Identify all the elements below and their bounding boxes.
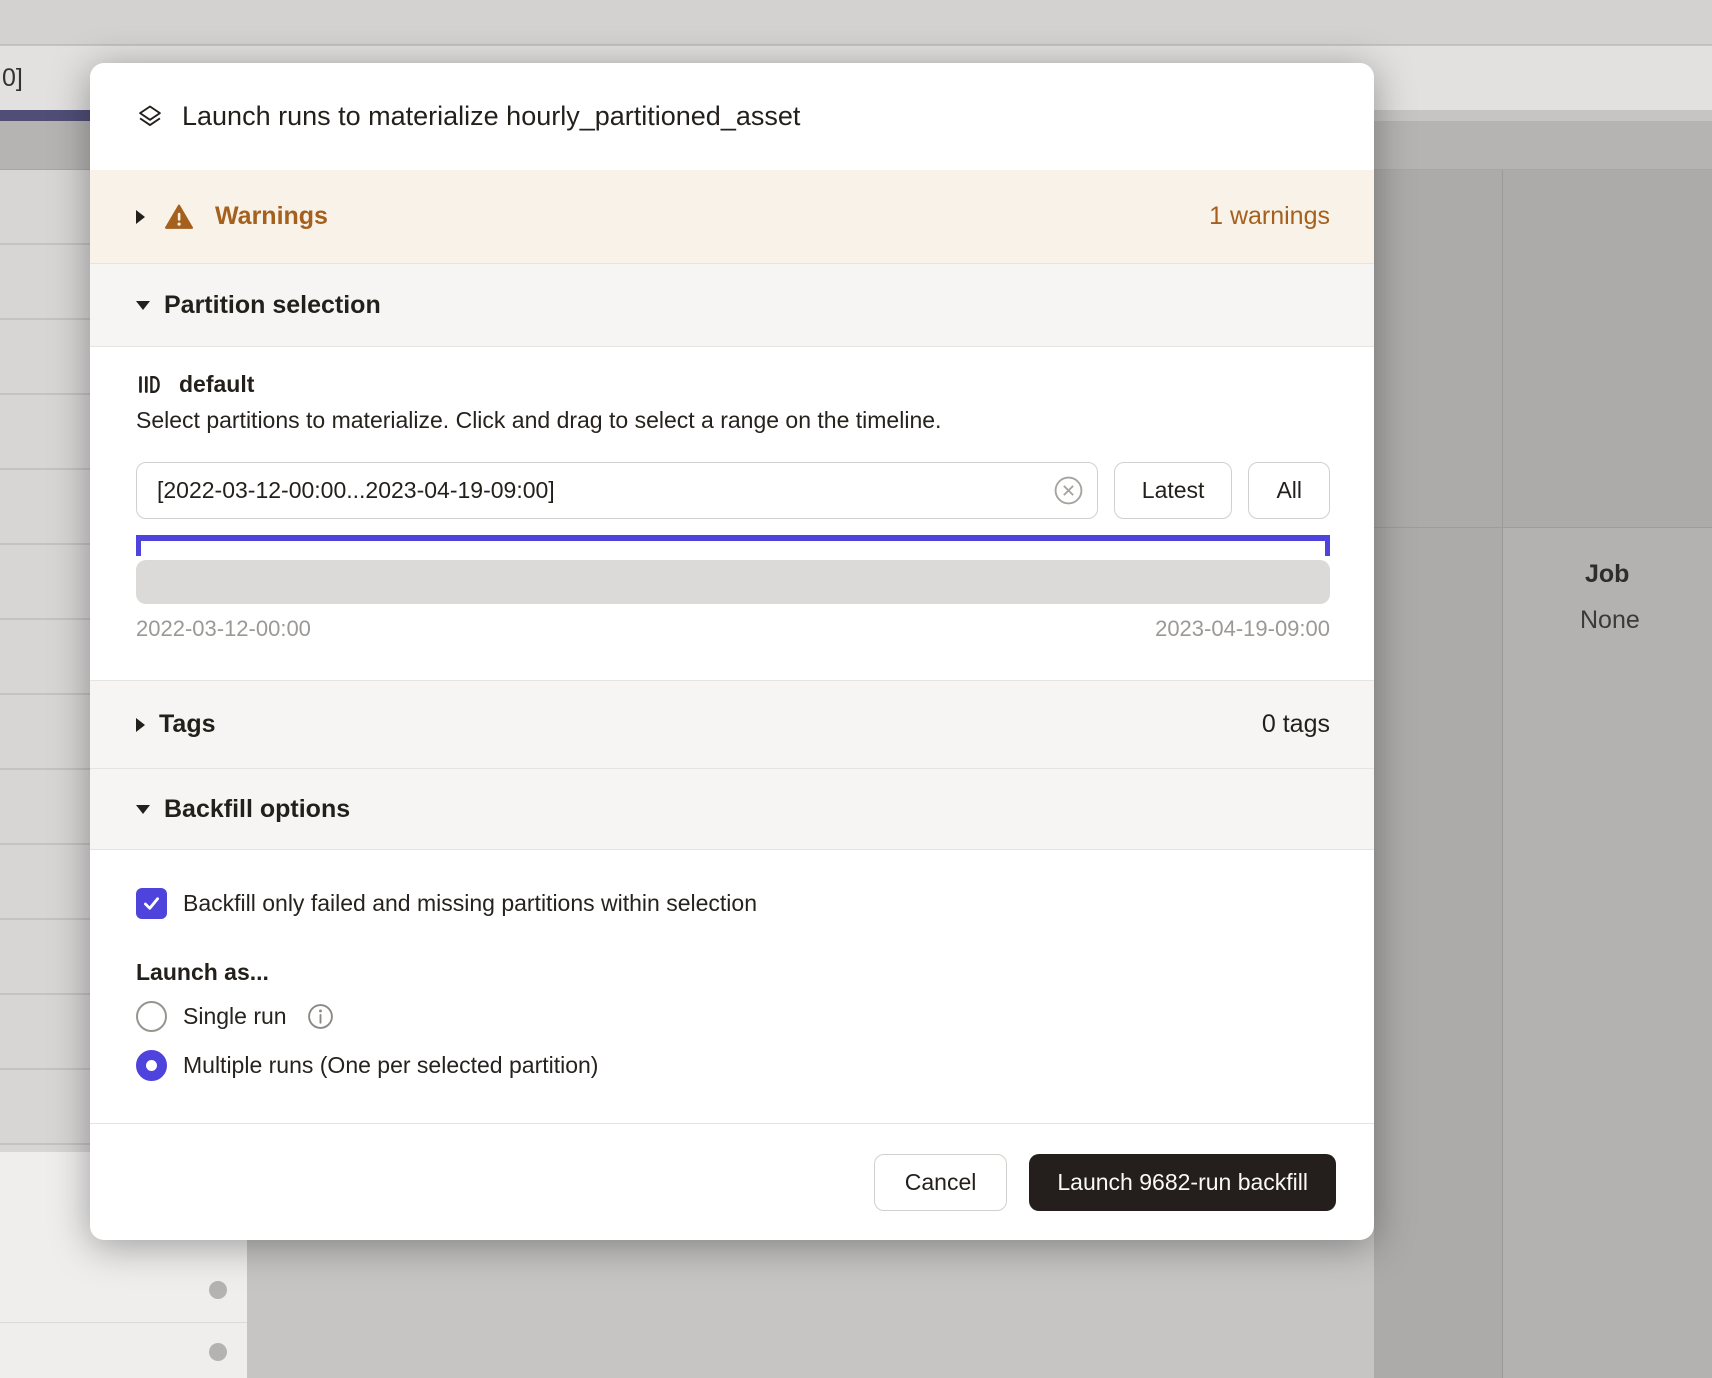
- dialog-title: Launch runs to materialize hourly_partit…: [182, 101, 800, 132]
- single-run-radio[interactable]: [136, 1001, 167, 1032]
- multiple-runs-label: Multiple runs (One per selected partitio…: [183, 1052, 598, 1079]
- partition-range-row: Latest All: [136, 462, 1330, 519]
- cancel-button[interactable]: Cancel: [874, 1154, 1008, 1211]
- partition-selection-label: Partition selection: [164, 291, 381, 320]
- warnings-label: Warnings: [215, 202, 328, 231]
- screen: 0] Job None Launch runs to materialize h…: [0, 0, 1712, 1378]
- backfill-options-body: Backfill only failed and missing partiti…: [90, 850, 1374, 1123]
- tags-count: 0 tags: [1262, 710, 1330, 739]
- all-button[interactable]: All: [1248, 462, 1330, 519]
- backfill-options-section-header[interactable]: Backfill options: [90, 768, 1374, 850]
- dialog-header: Launch runs to materialize hourly_partit…: [90, 63, 1374, 170]
- launch-as-label: Launch as...: [136, 959, 1328, 986]
- partition-selection-description: Select partitions to materialize. Click …: [136, 407, 1330, 434]
- tags-section-header[interactable]: Tags 0 tags: [90, 680, 1374, 768]
- warning-triangle-icon: [165, 203, 193, 231]
- chevron-down-icon: [136, 301, 150, 310]
- single-run-option: Single run: [136, 1001, 1328, 1032]
- asset-layers-icon: [136, 103, 164, 131]
- launch-backfill-button[interactable]: Launch 9682-run backfill: [1029, 1154, 1336, 1211]
- selected-range-bar: [136, 535, 1330, 541]
- partition-selection-section-header[interactable]: Partition selection: [90, 263, 1374, 347]
- multiple-runs-radio[interactable]: [136, 1050, 167, 1081]
- single-run-label: Single run: [183, 1003, 287, 1030]
- chevron-down-icon: [136, 805, 150, 814]
- timeline-end-label: 2023-04-19-09:00: [1155, 616, 1330, 642]
- backfill-scope-row: Backfill only failed and missing partiti…: [136, 888, 1328, 919]
- partition-dimension-icon: [136, 372, 161, 397]
- partition-range-input-wrap: [136, 462, 1098, 519]
- timeline-date-labels: 2022-03-12-00:00 2023-04-19-09:00: [136, 616, 1330, 642]
- chevron-right-icon: [136, 718, 145, 732]
- latest-button[interactable]: Latest: [1114, 462, 1233, 519]
- dialog-footer: Cancel Launch 9682-run backfill: [90, 1123, 1374, 1240]
- selected-range-bracket: [136, 535, 1330, 556]
- timeline-start-label: 2022-03-12-00:00: [136, 616, 311, 642]
- launch-backfill-dialog: Launch runs to materialize hourly_partit…: [90, 63, 1374, 1240]
- backfill-scope-label: Backfill only failed and missing partiti…: [183, 890, 757, 917]
- partition-range-input[interactable]: [136, 462, 1098, 519]
- backfill-scope-checkbox[interactable]: [136, 888, 167, 919]
- warnings-count: 1 warnings: [1209, 202, 1330, 231]
- dimension-name: default: [179, 371, 254, 398]
- multiple-runs-option: Multiple runs (One per selected partitio…: [136, 1050, 1328, 1081]
- partition-timeline[interactable]: [136, 560, 1330, 604]
- chevron-right-icon: [136, 210, 145, 224]
- tags-label: Tags: [159, 710, 216, 739]
- dimension-row: default: [136, 369, 1330, 399]
- clear-selection-button[interactable]: [1053, 475, 1084, 506]
- warnings-section-header[interactable]: Warnings 1 warnings: [90, 170, 1374, 263]
- partition-selection-body: default Select partitions to materialize…: [90, 347, 1374, 680]
- backfill-options-label: Backfill options: [164, 795, 350, 824]
- info-icon[interactable]: [307, 1003, 334, 1030]
